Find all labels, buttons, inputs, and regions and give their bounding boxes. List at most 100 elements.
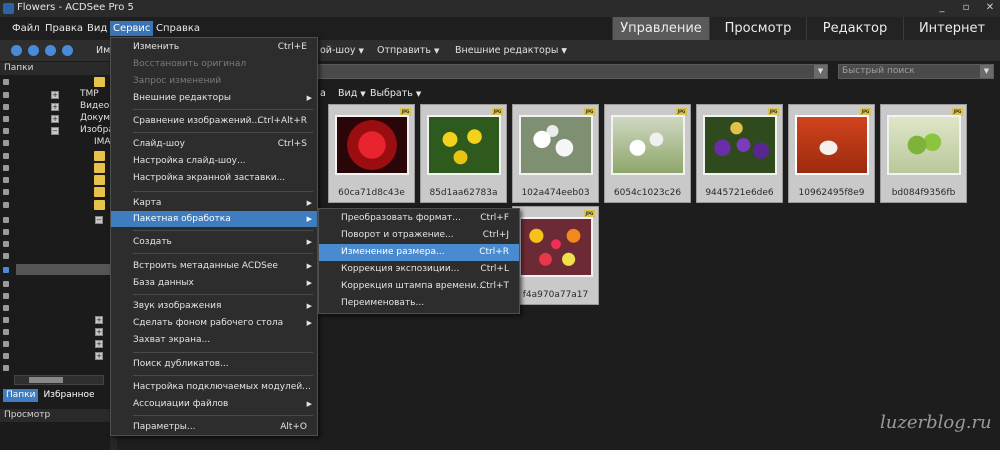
- submenu-item-rotate-flip[interactable]: Поворот и отражение... Ctrl+J: [319, 227, 519, 244]
- tree-row[interactable]: +: [0, 326, 110, 338]
- menu-item-edit[interactable]: Изменить Ctrl+E: [111, 39, 317, 55]
- submenu-item-rename[interactable]: Переименовать...: [319, 295, 519, 312]
- submenu-item-resize[interactable]: Изменение размера... Ctrl+R: [319, 244, 519, 261]
- menu-item-batch-processing[interactable]: Пакетная обработка ▶: [111, 211, 317, 227]
- horizontal-scrollbar[interactable]: [14, 375, 104, 385]
- tree-row[interactable]: [0, 174, 110, 186]
- collapse-icon[interactable]: −: [51, 127, 59, 135]
- menu-view[interactable]: Вид: [84, 21, 110, 36]
- tree-row[interactable]: IMA: [0, 137, 111, 149]
- tree-row[interactable]: + Видео: [0, 101, 110, 113]
- menu-item-screen-capture[interactable]: Захват экрана...: [111, 332, 317, 348]
- tree-row[interactable]: [0, 278, 110, 290]
- menu-item-label: Ассоциации файлов: [133, 399, 229, 409]
- menu-item-external-editors[interactable]: Внешние редакторы ▶: [111, 90, 317, 106]
- tree-row[interactable]: +: [0, 314, 110, 326]
- tree-row[interactable]: + TMP: [0, 89, 110, 101]
- tree-row[interactable]: [0, 199, 110, 211]
- expand-icon[interactable]: +: [95, 328, 103, 336]
- expand-icon[interactable]: +: [95, 316, 103, 324]
- tab-manage[interactable]: Управление: [612, 17, 709, 40]
- menu-item-file-associations[interactable]: Ассоциации файлов ▶: [111, 396, 317, 412]
- chevron-down-icon[interactable]: ▼: [980, 65, 993, 78]
- thumbnail[interactable]: JPG bd084f9356fb: [880, 104, 967, 203]
- submenu-item-timestamp[interactable]: Коррекция штампа времени... Ctrl+T: [319, 278, 519, 295]
- tree-row[interactable]: +: [0, 350, 110, 362]
- maximize-button[interactable]: ▫: [960, 2, 972, 13]
- menu-service[interactable]: Сервис: [110, 21, 154, 36]
- tree-row[interactable]: [0, 362, 110, 374]
- submenu-item-exposure[interactable]: Коррекция экспозиции... Ctrl+L: [319, 261, 519, 278]
- path-bar[interactable]: ▼: [318, 64, 828, 79]
- expand-icon[interactable]: +: [51, 91, 59, 99]
- chevron-down-icon[interactable]: ▼: [814, 65, 827, 78]
- thumbnail[interactable]: JPG 60ca71d8c43e: [328, 104, 415, 203]
- tab-folders[interactable]: Папки: [3, 389, 39, 402]
- up-icon[interactable]: [62, 45, 73, 56]
- menu-help[interactable]: Справка: [153, 21, 203, 36]
- toolbar-more[interactable]: ▾: [562, 45, 567, 56]
- expand-icon[interactable]: +: [51, 115, 59, 123]
- tree-row[interactable]: [0, 250, 110, 262]
- close-button[interactable]: ✕: [984, 2, 996, 13]
- tree-row[interactable]: [0, 264, 110, 276]
- expand-icon[interactable]: +: [51, 103, 59, 111]
- back-icon[interactable]: [28, 45, 39, 56]
- menu-item-options[interactable]: Параметры... Alt+O: [111, 419, 317, 435]
- chevron-down-icon: ▼: [415, 90, 422, 98]
- menu-item-image-sound[interactable]: Звук изображения ▶: [111, 298, 317, 314]
- menu-item-find-duplicates[interactable]: Поиск дубликатов...: [111, 356, 317, 372]
- menu-separator: [133, 294, 313, 295]
- select-dropdown[interactable]: Выбрать ▼: [370, 88, 421, 99]
- menu-item-compare-images[interactable]: Сравнение изображений... Ctrl+Alt+R: [111, 113, 317, 129]
- forward-icon[interactable]: [45, 45, 56, 56]
- thumbnail[interactable]: JPG 10962495f8e9: [788, 104, 875, 203]
- tree-row[interactable]: [0, 150, 110, 162]
- home-icon[interactable]: [11, 45, 22, 56]
- tab-edit[interactable]: Редактор: [806, 17, 903, 40]
- toolbar-slideshow[interactable]: ой-шоу ▼: [320, 45, 364, 56]
- tree-row[interactable]: − Изобра: [0, 125, 114, 137]
- tree-row[interactable]: −: [0, 214, 110, 226]
- menu-item-database[interactable]: База данных ▶: [111, 275, 317, 291]
- tree-row[interactable]: [0, 162, 110, 174]
- menu-item-set-wallpaper[interactable]: Сделать фоном рабочего стола ▶: [111, 315, 317, 331]
- minimize-button[interactable]: _: [936, 2, 948, 13]
- tab-view[interactable]: Просмотр: [709, 17, 806, 40]
- tab-favorites[interactable]: Избранное: [40, 389, 97, 402]
- tree-row[interactable]: [0, 238, 110, 250]
- menu-item-plugin-settings[interactable]: Настройка подключаемых модулей...: [111, 379, 317, 395]
- expand-icon[interactable]: +: [95, 340, 103, 348]
- menu-item-screensaver-settings[interactable]: Настройка экранной заставки...: [111, 170, 317, 186]
- view-dropdown[interactable]: Вид ▼: [338, 88, 366, 99]
- tree-row[interactable]: +: [0, 338, 110, 350]
- toolbar-import[interactable]: Им: [96, 45, 110, 56]
- expand-icon[interactable]: +: [95, 352, 103, 360]
- thumbnail[interactable]: JPG 6054c1023c26: [604, 104, 691, 203]
- tree-row[interactable]: [0, 302, 110, 314]
- menu-item-slideshow-settings[interactable]: Настройка слайд-шоу...: [111, 153, 317, 169]
- tree-row[interactable]: [0, 76, 110, 88]
- toolbar-send[interactable]: Отправить ▼: [377, 45, 439, 56]
- menu-item-map[interactable]: Карта ▶: [111, 195, 317, 211]
- thumbnail[interactable]: JPG 85d1aa62783a: [420, 104, 507, 203]
- menu-file[interactable]: Файл: [9, 21, 43, 36]
- tab-online[interactable]: Интернет: [903, 17, 1000, 40]
- menu-item-create[interactable]: Создать ▶: [111, 234, 317, 250]
- thumbnail[interactable]: JPG 102a474eeb03: [512, 104, 599, 203]
- thumbnail[interactable]: JPG 9445721e6de6: [696, 104, 783, 203]
- tree-row[interactable]: [0, 290, 110, 302]
- collapse-icon[interactable]: −: [95, 216, 103, 224]
- submenu-item-convert-format[interactable]: Преобразовать формат... Ctrl+F: [319, 210, 519, 227]
- menu-item-embed-metadata[interactable]: Встроить метаданные ACDSee ▶: [111, 258, 317, 274]
- tree-row[interactable]: + Докуме: [0, 113, 116, 125]
- quick-search-input[interactable]: Быстрый поиск ▼: [838, 64, 994, 79]
- scrollbar-thumb[interactable]: [29, 377, 63, 383]
- tree-row[interactable]: [0, 186, 110, 198]
- menu-item-slideshow[interactable]: Слайд-шоу Ctrl+S: [111, 136, 317, 152]
- tree-row[interactable]: [0, 226, 110, 238]
- thumbnail-caption: 10962495f8e9: [798, 188, 865, 198]
- thumbnail[interactable]: JPG f4a970a77a17: [512, 206, 599, 305]
- toolbar-external-editors[interactable]: Внешние редакторы ▼: [455, 45, 567, 56]
- menu-edit[interactable]: Правка: [42, 21, 86, 36]
